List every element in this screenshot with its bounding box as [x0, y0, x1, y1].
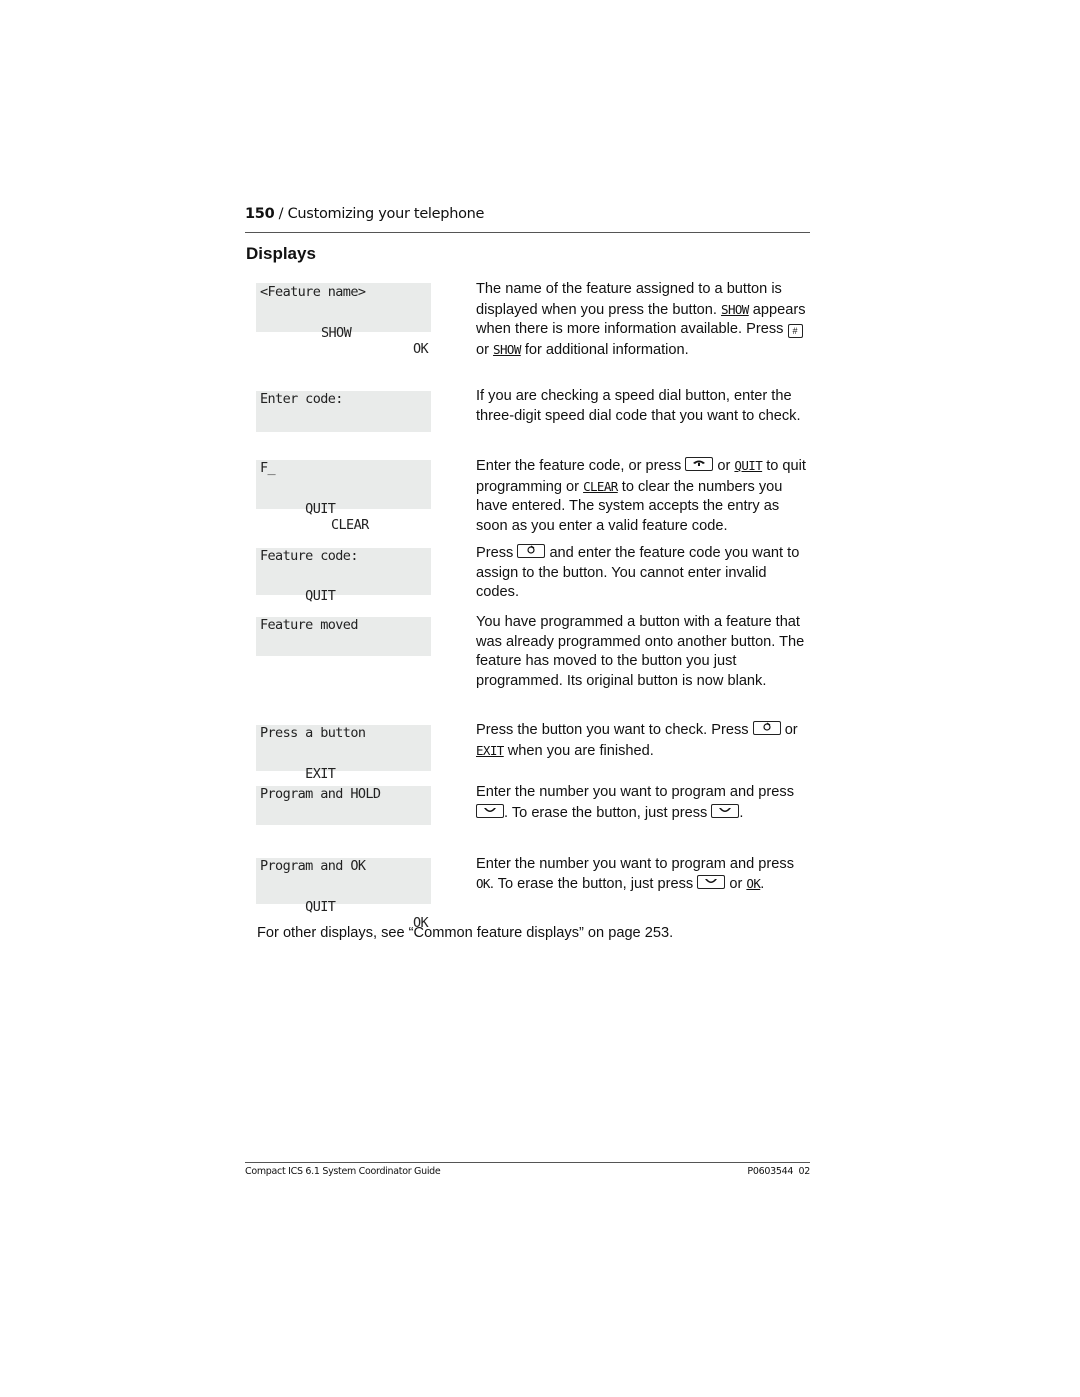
lcd-display: F_ QUIT CLEAR [256, 460, 431, 533]
lcd-display: Feature code: QUIT [256, 548, 431, 604]
lcd-softkey-quit: QUIT [305, 899, 336, 915]
hold-key-icon [476, 803, 504, 818]
page-footer: Compact ICS 6.1 System Coordinator Guide… [245, 1166, 810, 1177]
description: Enter the number you want to program and… [476, 856, 794, 892]
lcd-line-1: F_ [260, 460, 276, 476]
page-number: 150 [245, 206, 275, 222]
description: You have programmed a button with a feat… [476, 614, 805, 689]
lcd-softkey-quit: QUIT [305, 588, 336, 604]
lcd-line-1: Press a button [260, 725, 366, 741]
release-key-icon [685, 457, 714, 471]
description: The name of the feature assigned to a bu… [476, 281, 806, 358]
lcd-display: Program and HOLD [256, 786, 431, 825]
lcd-line-1: Program and HOLD [260, 786, 381, 802]
lcd-line-1: Enter code: [260, 391, 343, 407]
show-softkey-ref: SHOW [493, 341, 521, 357]
hold-key-icon [697, 875, 726, 889]
lcd-line-1: Feature moved [260, 617, 358, 633]
lcd-line-1: <Feature name> [260, 284, 366, 300]
hold-key-icon [711, 803, 740, 818]
quit-softkey-ref: QUIT [734, 458, 763, 473]
description: Enter the number you want to program and… [476, 784, 794, 821]
lcd-line-1: Feature code: [260, 548, 358, 564]
description: Press and enter the feature code you wan… [476, 544, 800, 600]
header-rule [245, 232, 810, 233]
cross-reference-note: For other displays, see “Common feature … [257, 925, 674, 941]
section-title: Displays [246, 244, 316, 263]
hash-key-icon: # [787, 324, 803, 338]
lcd-display: Feature moved [256, 617, 431, 656]
lcd-softkey-clear: CLEAR [331, 517, 369, 533]
header-separator: / [274, 206, 288, 222]
page-header: 150 / Customizing your telephone [245, 205, 810, 223]
ok-softkey-ref: OK [746, 876, 761, 891]
lcd-display: <Feature name> SHOW OK [256, 283, 431, 357]
footer-guide-title: Compact ICS 6.1 System Coordinator Guide [245, 1166, 441, 1177]
feature-key-icon [517, 544, 546, 558]
footer-doc-number: P0603544 02 [747, 1166, 810, 1177]
description: Press the button you want to check. Pres… [476, 721, 798, 759]
footer-rule [245, 1162, 810, 1163]
feature-key-icon [752, 721, 781, 735]
lcd-softkey-quit: QUIT [305, 501, 336, 517]
description: Enter the feature code, or press or QUIT… [476, 457, 806, 534]
lcd-softkey-ok: OK [412, 341, 429, 357]
lcd-line-2: QUIT CLEAR [260, 485, 428, 549]
clear-softkey-ref: CLEAR [583, 478, 618, 494]
lcd-display: Program and OK QUIT OK [256, 858, 431, 931]
lcd-softkey-show: SHOW [321, 325, 352, 341]
chapter-title: Customizing your telephone [287, 206, 485, 222]
description: If you are checking a speed dial button,… [476, 388, 801, 424]
lcd-line-1: Program and OK [260, 858, 366, 874]
lcd-line-2: QUIT [260, 572, 428, 620]
exit-softkey-ref: EXIT [476, 742, 504, 758]
ok-softkey-ref: OK [476, 876, 490, 891]
lcd-softkey-exit: EXIT [305, 766, 336, 782]
lcd-display: Press a button EXIT [256, 725, 431, 782]
lcd-display: Enter code: [256, 391, 431, 432]
lcd-line-2: SHOW OK [260, 309, 429, 373]
show-softkey-ref: SHOW [721, 301, 749, 317]
